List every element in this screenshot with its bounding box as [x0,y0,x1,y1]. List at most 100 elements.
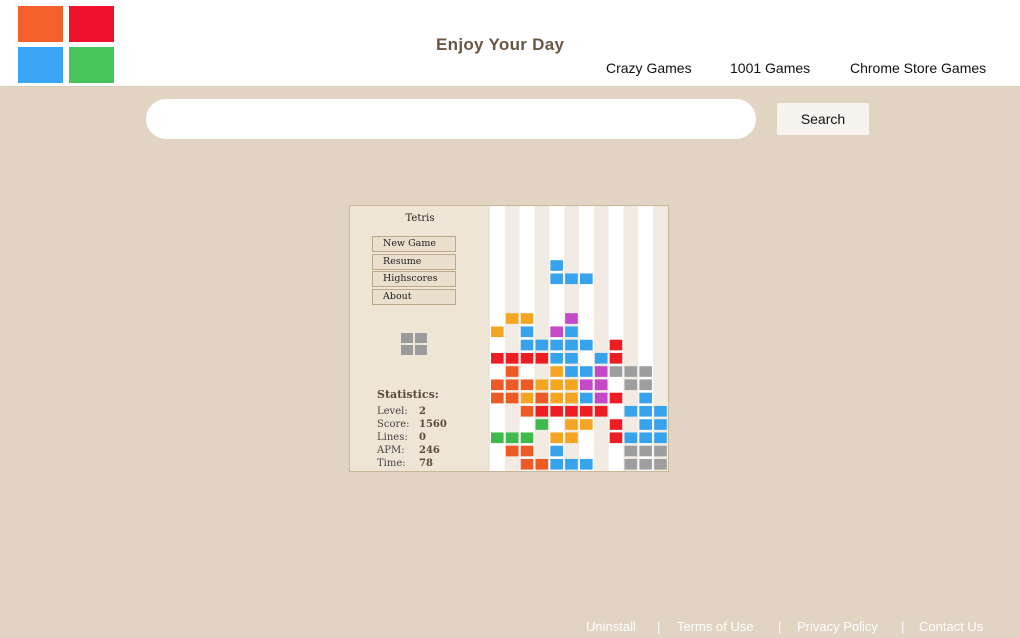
board-block [550,339,563,351]
board-block [491,379,504,391]
board-block [609,339,623,351]
game-board[interactable] [490,206,668,471]
board-block [565,326,578,338]
board-block [535,405,549,417]
board-block [565,392,578,404]
board-block [565,432,578,444]
board-block [505,379,519,391]
statistics-panel: Statistics: Level: 2 Score: 1560 Lines: 0 A… [377,388,447,470]
board-block [624,445,638,457]
board-block [639,366,652,377]
board-block [520,405,534,417]
game-menu: New Game Resume Highscores About [372,236,456,306]
board-block [609,352,623,364]
board-block [550,458,563,470]
board-block [550,379,563,391]
board-block [550,352,563,364]
new-game-button[interactable]: New Game [372,236,456,252]
board-block [580,366,593,377]
board-block [594,405,608,417]
board-block [609,419,623,430]
preview-cell [401,333,413,343]
about-button[interactable]: About [372,288,456,305]
footer-link-privacy[interactable]: Privacy Policy [797,619,878,634]
board-block [624,458,638,470]
board-column-stripe [534,206,550,471]
board-block [580,392,593,404]
resume-button[interactable]: Resume [372,253,456,270]
board-block [491,392,504,404]
stat-lines: Lines: 0 [377,431,447,444]
footer-link-uninstall[interactable]: Uninstall [586,619,636,634]
board-block [520,392,534,404]
board-block [535,339,549,351]
board-block [565,339,578,351]
board-block [639,458,652,470]
logo-square-red [69,6,114,42]
board-block [609,392,623,404]
logo[interactable] [18,6,114,83]
board-block [624,366,638,377]
board-block [491,352,504,364]
board-block [580,419,593,430]
board-block [565,405,578,417]
board-block [654,405,667,417]
preview-cell [415,345,427,355]
board-block [580,339,593,351]
board-block [520,313,534,324]
board-block [624,379,638,391]
game-sidebar: Tetris New Game Resume Highscores About … [350,206,491,471]
board-block [505,352,519,364]
board-column-stripe [564,206,579,471]
board-column-stripe [623,206,639,471]
search-input[interactable] [146,99,756,139]
nav-link-chrome-store-games[interactable]: Chrome Store Games [850,60,986,76]
footer-separator: | [657,619,661,634]
board-column-stripe [504,206,520,471]
board-block [639,445,652,457]
board-block [550,260,563,271]
footer-link-terms[interactable]: Terms of Use [677,619,754,634]
stat-value: 78 [419,458,433,469]
board-block [565,458,578,470]
board-block [505,445,519,457]
stat-label: Lines: [377,432,408,443]
footer-separator: | [778,619,782,634]
preview-cell [401,345,413,355]
board-block [535,352,549,364]
stat-label: Score: [377,419,410,430]
footer-link-contact[interactable]: Contact Us [919,619,983,634]
board-block [639,392,652,404]
logo-square-orange [18,6,63,42]
board-block [491,432,504,444]
board-block [639,379,652,391]
board-block [550,392,563,404]
nav-link-crazy-games[interactable]: Crazy Games [606,60,692,76]
board-block [491,326,504,338]
board-block [654,419,667,430]
preview-cell [415,333,427,343]
board-block [654,445,667,457]
statistics-title: Statistics: [377,388,439,401]
stat-value: 0 [419,432,426,443]
stat-value: 246 [419,445,440,456]
board-block [505,392,519,404]
board-block [580,405,593,417]
nav-link-1001-games[interactable]: 1001 Games [730,60,810,76]
board-block [520,352,534,364]
stat-apm: APM: 246 [377,444,447,457]
search-button[interactable]: Search [777,103,869,135]
board-block [594,379,608,391]
highscores-button[interactable]: Highscores [372,271,456,287]
board-block [565,366,578,377]
logo-square-green [69,47,114,83]
board-block [520,326,534,338]
board-block [505,366,519,377]
board-block [535,379,549,391]
stat-value: 1560 [419,419,447,430]
stat-label: APM: [377,445,405,456]
board-block [609,432,623,444]
board-block [520,379,534,391]
board-block [550,366,563,377]
board-block [580,273,593,285]
